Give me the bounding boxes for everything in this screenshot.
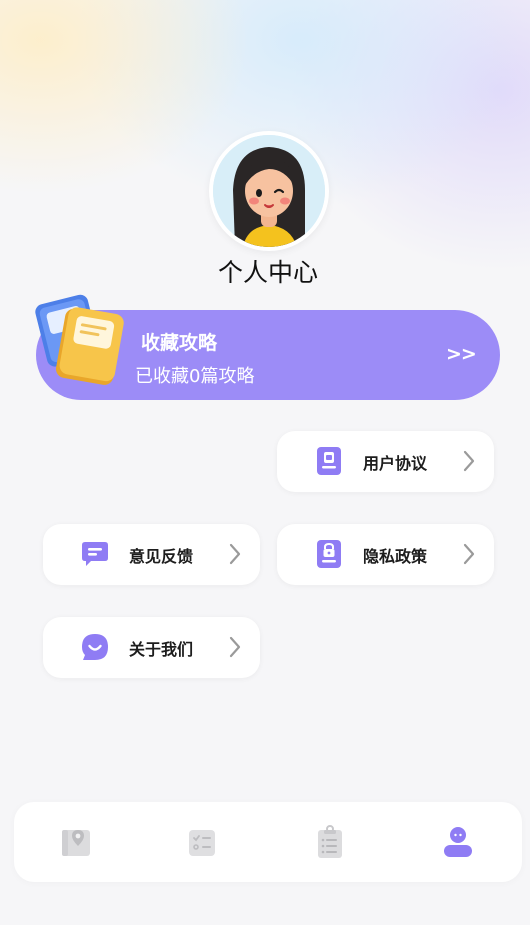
- feedback-label: 意见反馈: [129, 547, 194, 566]
- chevron-right-icon: [462, 543, 476, 565]
- tab-checklist[interactable]: [184, 824, 220, 860]
- books-icon: [30, 288, 126, 392]
- privacy-policy-label: 隐私政策: [363, 547, 428, 566]
- chevron-right-icon: [228, 636, 242, 658]
- smile-chat-icon: [80, 632, 110, 662]
- avatar-image: [213, 135, 325, 247]
- user-agreement-button[interactable]: 用户协议: [277, 431, 494, 492]
- lock-document-icon: [314, 539, 344, 569]
- privacy-policy-button[interactable]: 隐私政策: [277, 524, 494, 585]
- user-icon: [444, 827, 472, 857]
- document-icon: [314, 446, 344, 476]
- user-agreement-label: 用户协议: [363, 454, 428, 473]
- tab-profile[interactable]: [440, 824, 476, 860]
- favorites-arrow-icon[interactable]: >>: [446, 343, 477, 365]
- favorites-title: 收藏攻略: [141, 332, 218, 354]
- about-us-label: 关于我们: [129, 640, 194, 659]
- avatar[interactable]: [209, 131, 329, 251]
- favorites-count: 已收藏0篇攻略: [135, 366, 255, 387]
- chat-bubble-icon: [80, 539, 110, 569]
- feedback-button[interactable]: 意见反馈: [43, 524, 260, 585]
- clipboard-icon: [318, 825, 342, 858]
- page-title: 个人中心: [217, 258, 318, 287]
- about-us-button[interactable]: 关于我们: [43, 617, 260, 678]
- chevron-right-icon: [462, 450, 476, 472]
- tab-map[interactable]: [58, 824, 94, 860]
- chevron-right-icon: [228, 543, 242, 565]
- map-pin-icon: [62, 830, 90, 856]
- bottom-tab-bar: [14, 802, 522, 882]
- checklist-icon: [189, 830, 215, 856]
- tab-clipboard[interactable]: [312, 824, 348, 860]
